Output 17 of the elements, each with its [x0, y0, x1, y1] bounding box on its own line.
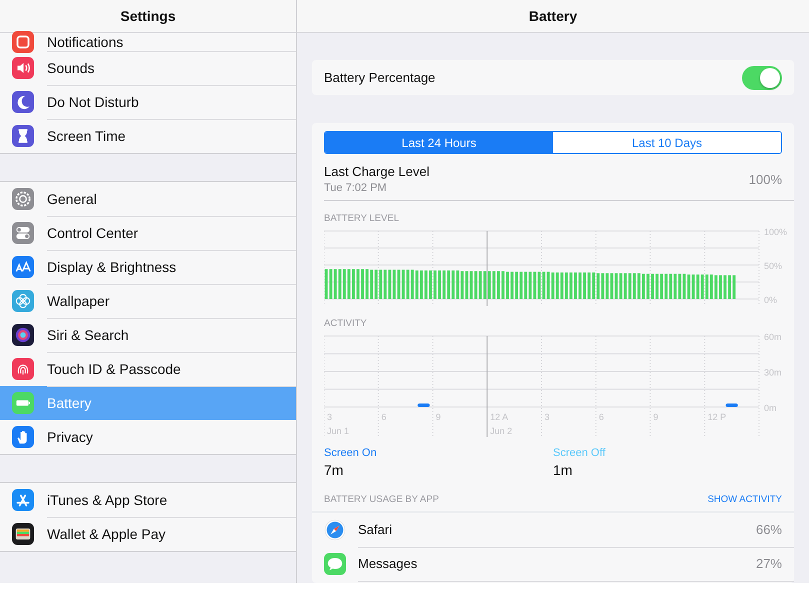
page-title: Battery [297, 0, 809, 33]
charge-value: 100% [748, 172, 782, 186]
charge-label: Last Charge Level [324, 164, 430, 179]
section-label: BATTERY USAGE BY APP [324, 494, 439, 505]
sidebar-title: Settings [0, 0, 296, 33]
app-name: Safari [358, 522, 392, 537]
section-label: BATTERY LEVEL [324, 213, 400, 224]
stat-label: Screen On [324, 447, 378, 459]
stat-value: 1m [553, 462, 574, 478]
usage-percent: 66% [756, 522, 782, 537]
row-label: Battery Percentage [324, 70, 436, 85]
stat-value: 7m [324, 462, 344, 478]
section-label: ACTIVITY [324, 318, 368, 329]
usage-percent: 27% [756, 556, 782, 571]
stat-label: Screen Off [553, 447, 606, 459]
app-name: Messages [358, 556, 418, 571]
charge-time: Tue 7:02 PM [324, 182, 388, 194]
